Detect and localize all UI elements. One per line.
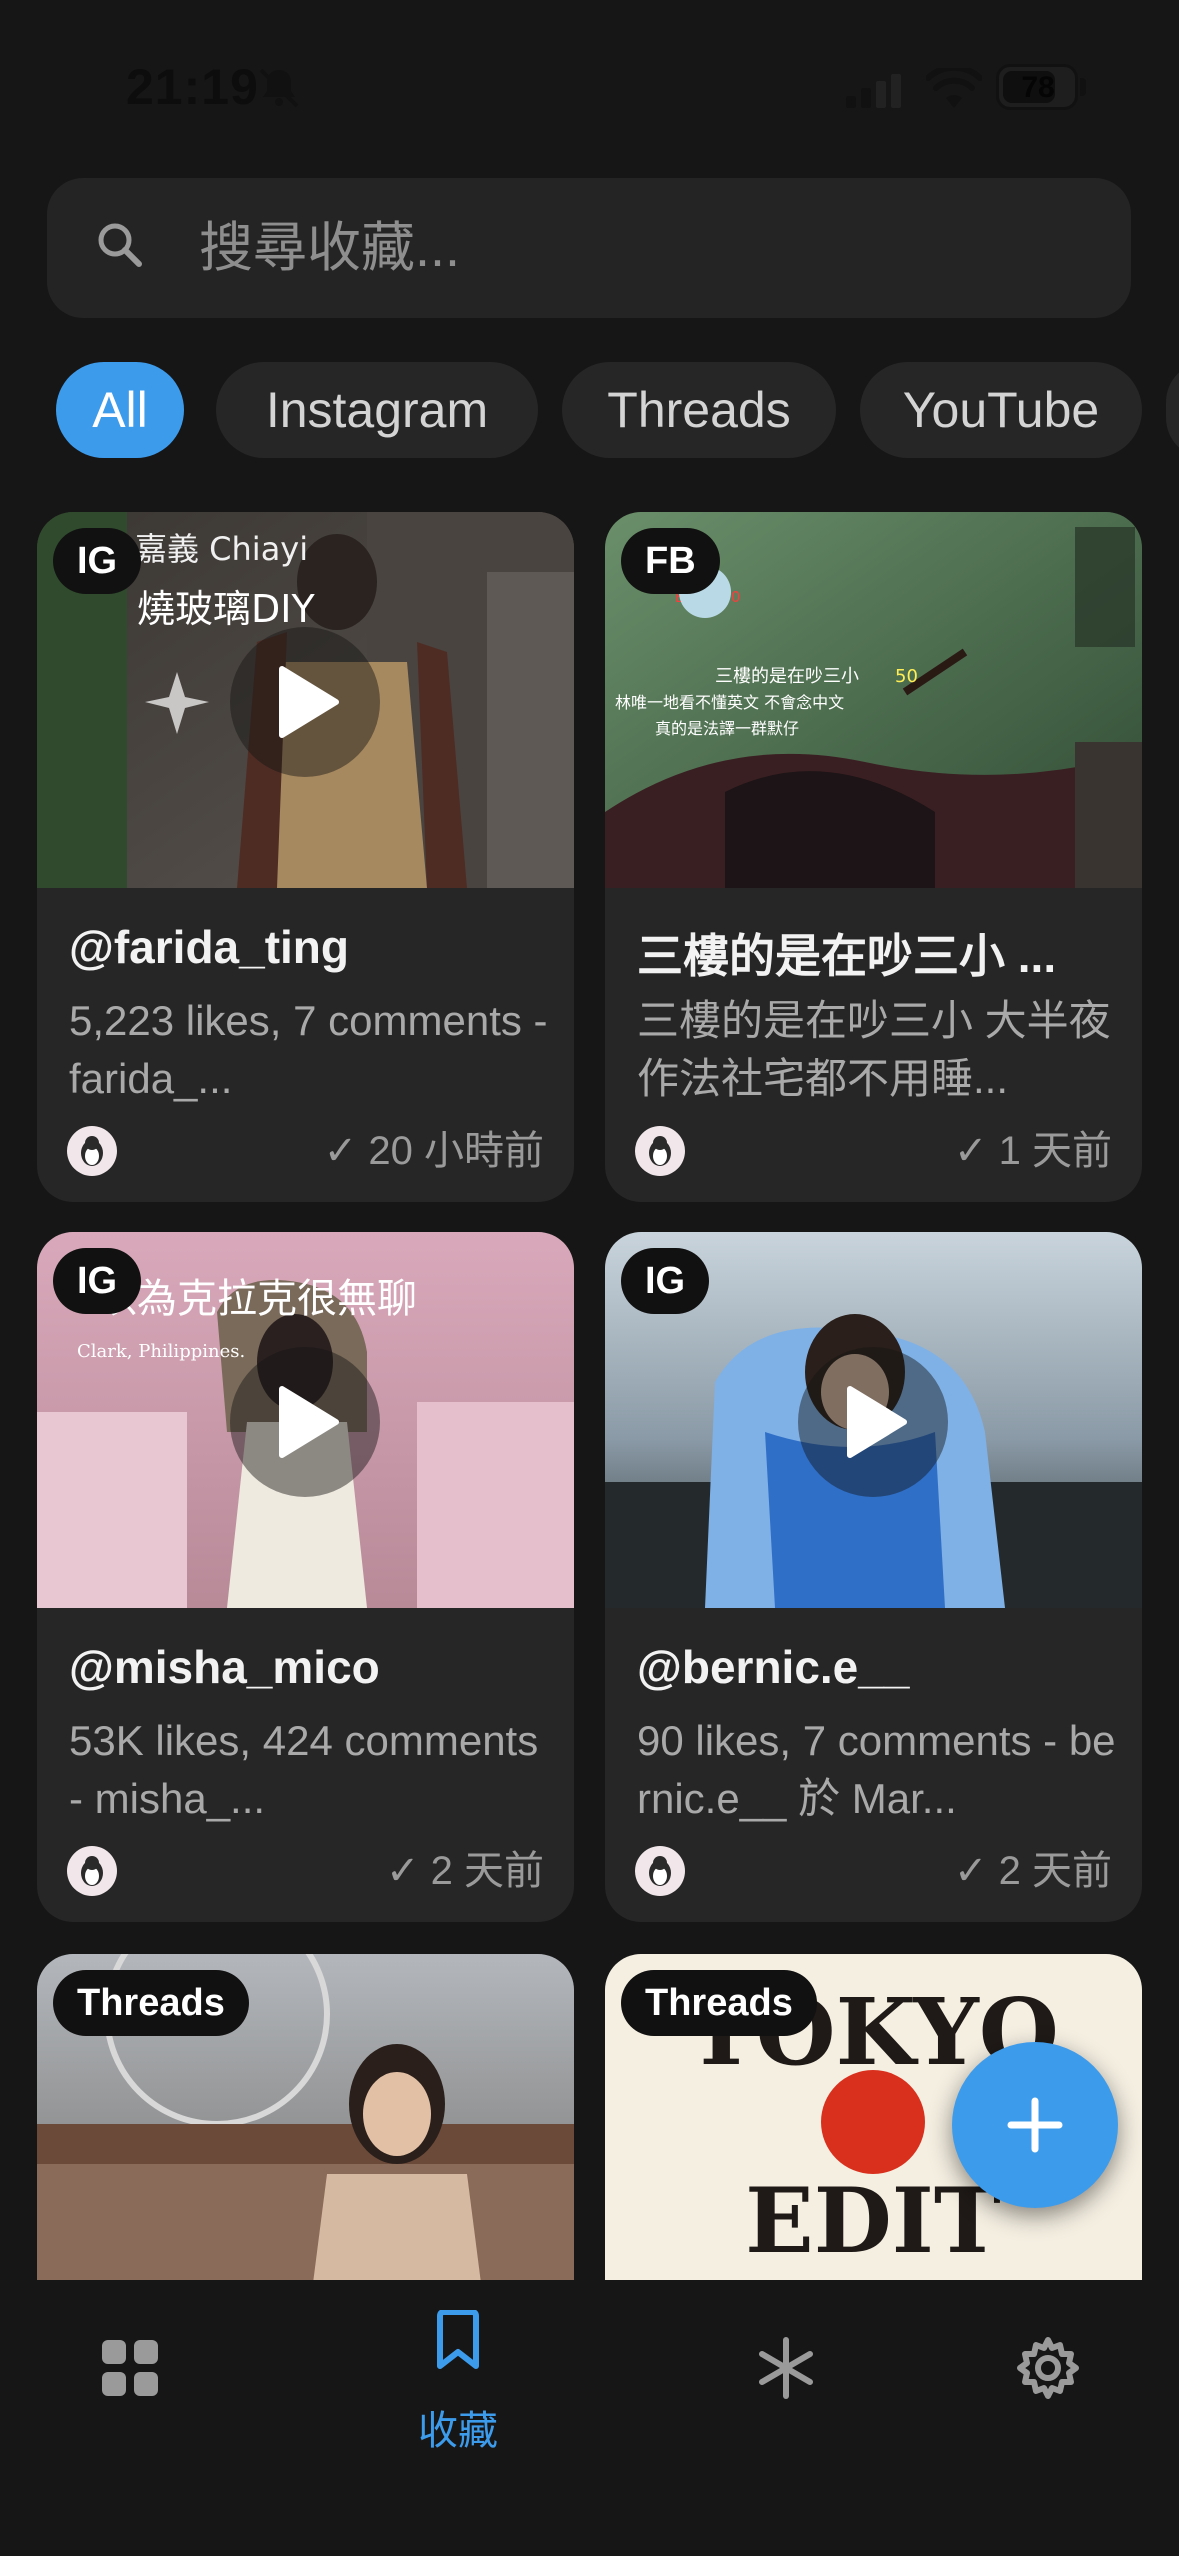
thumb-caption-2: 燒玻璃DIY [137,587,315,631]
gear-icon [1017,2337,1079,2399]
card-timestamp: ✓ 2 天前 [386,1849,544,1893]
platform-badge: IG [53,528,142,594]
thumb-caption-1: 以為克拉克很無聊 [97,1276,417,1322]
search-icon [98,223,142,267]
nav-tab-home[interactable] [30,2308,230,2458]
avatar [635,1846,685,1896]
bookmark-card[interactable]: IG @bernic.e__ 90 likes, 7 comments - be… [605,1232,1142,1922]
battery-level: 78 [1021,71,1055,104]
play-icon [847,1386,907,1458]
thumb-overlay-text: 50 [895,666,918,687]
nav-tab-settings[interactable] [948,2308,1148,2458]
nav-tab-explore[interactable] [686,2308,886,2458]
thumb-caption-2: EDIT [745,2168,1001,2274]
card-title: @misha_mico [69,1641,380,1693]
plus-icon [1007,2097,1063,2153]
snowflake-icon [759,2337,813,2399]
nav-tab-bookmarks[interactable]: 收藏 [358,2308,558,2458]
avatar [67,1126,117,1176]
nav-label-bookmarks: 收藏 [418,2409,498,2453]
filter-chip-instagram[interactable]: Instagram [216,362,538,458]
play-icon [279,1386,339,1458]
battery-tip [1080,78,1086,96]
play-button[interactable] [230,1347,380,1497]
wifi-icon [926,68,982,108]
bookmark-card[interactable]: 以為克拉克很無聊 Clark, Philippines. IG @misha_m… [37,1232,574,1922]
thumb-overlay-text: 林唯一地看不懂英文 不會念中文 [615,693,844,712]
play-icon [279,666,339,738]
filter-chip-more[interactable] [1166,362,1179,458]
cellular-signal-icon [846,74,901,108]
bottom-navigation: 收藏 [0,2280,1179,2556]
card-title: @farida_ting [69,921,349,973]
card-title: 三樓的是在吵三小 ... [637,930,1057,982]
card-timestamp: ✓ 20 小時前 [323,1129,544,1173]
card-thumbnail: ETF4200 三樓的是在吵三小 50 林唯一地看不懂英文 不會念中文 真的是法… [605,512,1142,888]
card-description: 90 likes, 7 comments - bernic.e__ 於 Mar.… [637,1717,1116,1822]
add-bookmark-button[interactable] [952,2042,1118,2208]
filter-chip-threads[interactable]: Threads [562,362,836,458]
status-time: 21:19 [126,59,259,115]
search-input[interactable] [199,208,1079,288]
avatar [635,1126,685,1176]
card-thumbnail: Threads [37,1954,574,2280]
card-timestamp: ✓ 2 天前 [954,1849,1112,1893]
thumb-overlay-text: 三樓的是在吵三小 [715,666,859,687]
bookmark-card[interactable]: 嘉義 Chiayi 燒玻璃DIY IG @farida_ting 5,223 l… [37,512,574,1202]
card-thumbnail: 嘉義 Chiayi 燒玻璃DIY IG [37,512,574,888]
bookmark-card[interactable]: Threads [37,1954,574,2280]
thumb-caption-1: 嘉義 Chiayi [135,530,308,568]
grid-icon [102,2340,158,2396]
card-thumbnail: IG [605,1232,1142,1608]
bookmark-icon [437,2310,479,2369]
filter-chips: All Instagram Threads YouTube [0,362,1179,462]
thumb-caption-2: Clark, Philippines. [77,1341,245,1362]
search-bar[interactable] [47,178,1131,318]
avatar [67,1846,117,1896]
platform-badge: IG [621,1248,710,1314]
bell-muted-icon [259,68,299,108]
platform-badge: Threads [621,1970,817,2036]
thumb-overlay-text: 真的是法譯一群默仔 [655,719,799,738]
play-button[interactable] [798,1347,948,1497]
card-timestamp: ✓ 1 天前 [954,1129,1112,1173]
card-thumbnail: 以為克拉克很無聊 Clark, Philippines. IG [37,1232,574,1608]
filter-chip-youtube[interactable]: YouTube [860,362,1142,458]
platform-badge: IG [53,1248,142,1314]
bookmark-card[interactable]: ETF4200 三樓的是在吵三小 50 林唯一地看不懂英文 不會念中文 真的是法… [605,512,1142,1202]
status-bar: 21:19 78 [0,0,1179,150]
platform-badge: Threads [53,1970,249,2036]
battery-indicator: 78 [996,64,1078,110]
card-description: 53K likes, 424 comments - misha_... [69,1717,539,1822]
filter-chip-all[interactable]: All [56,362,184,458]
card-description: 三樓的是在吵三小 大半夜作法社宅都不用睡... [637,997,1111,1102]
bookmark-grid: 嘉義 Chiayi 燒玻璃DIY IG @farida_ting 5,223 l… [0,512,1179,2280]
platform-badge: FB [621,528,720,594]
app-screen: 21:19 78 All In [0,0,1179,2556]
card-title: @bernic.e__ [637,1641,910,1693]
card-description: 5,223 likes, 7 comments - farida_... [69,997,548,1102]
play-button[interactable] [230,627,380,777]
